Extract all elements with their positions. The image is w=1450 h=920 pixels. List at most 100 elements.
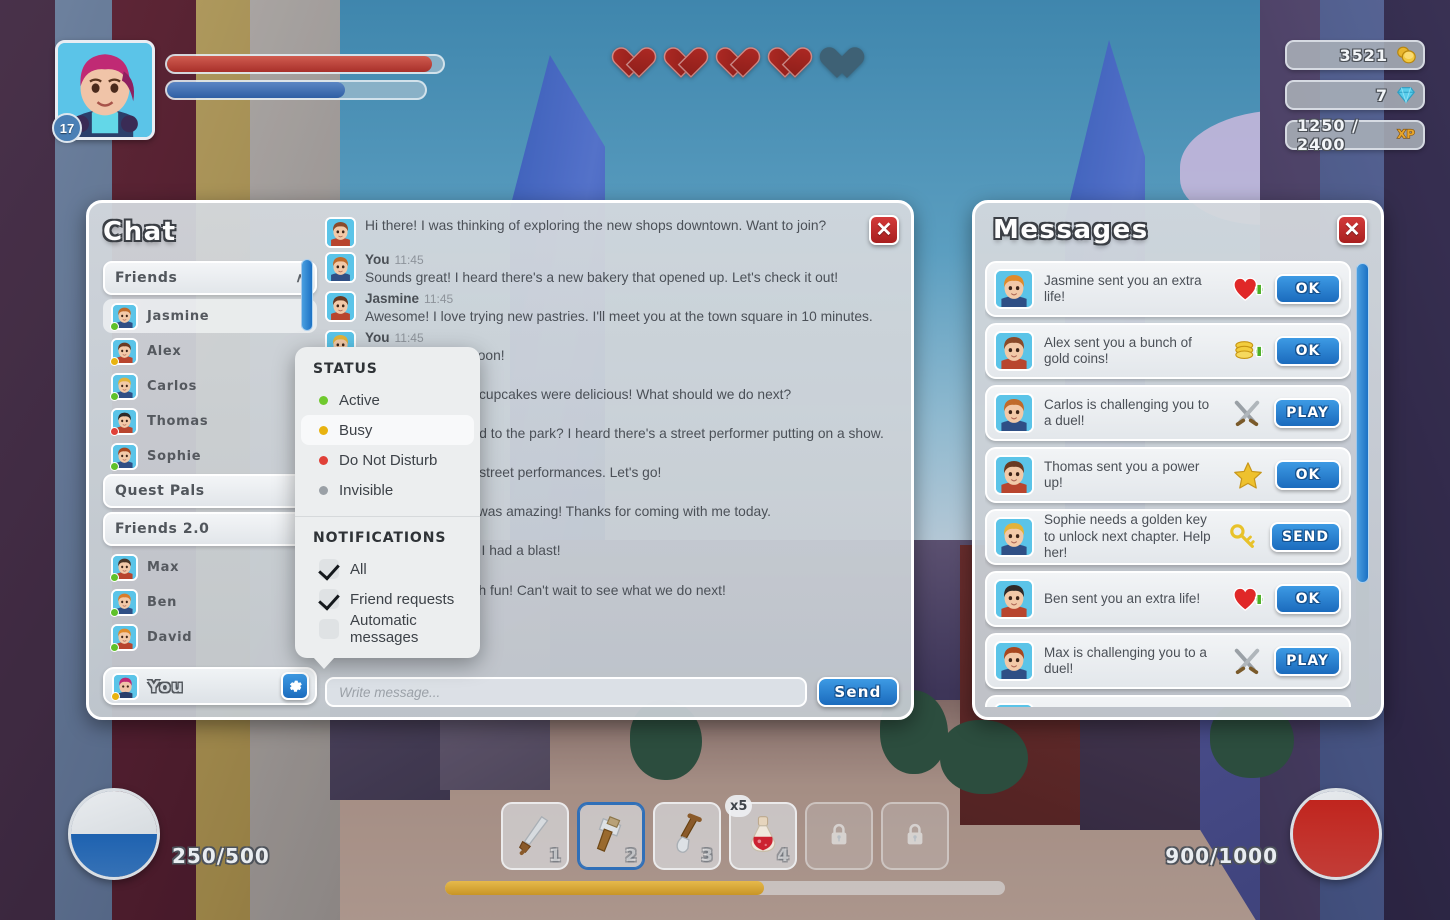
friend-group-header-friends-2-0[interactable]: Friends 2.0∧ xyxy=(103,512,317,546)
xp-progress-fill xyxy=(445,881,764,895)
message-action-button[interactable]: OK xyxy=(1275,274,1341,304)
status-option-active[interactable]: Active xyxy=(301,385,474,415)
friend-row-jasmine[interactable]: Jasmine xyxy=(103,299,317,333)
lives-hearts xyxy=(620,48,864,81)
chat-message: Jasmine11:45Awesome! I love trying new p… xyxy=(325,291,891,326)
message-card[interactable]: Jasmine sent you an extra life! OK xyxy=(985,261,1351,317)
friend-row-thomas[interactable]: Thomas xyxy=(103,404,317,438)
status-dot-icon xyxy=(319,426,328,435)
hotbar-slot-potion[interactable]: x54 xyxy=(729,802,797,870)
chat-close-button[interactable]: ✕ xyxy=(869,215,899,245)
message-card[interactable]: Alex sent you a bunch of gold coins!OK xyxy=(985,323,1351,379)
chat-message-text: Hi there! I was thinking of exploring th… xyxy=(365,217,891,235)
chat-message-avatar xyxy=(325,217,356,248)
resource-xp[interactable]: 1250 / 2400XP xyxy=(1285,120,1425,150)
status-option-invisible[interactable]: Invisible xyxy=(301,475,474,505)
message-sender-avatar xyxy=(994,269,1034,309)
popup-divider xyxy=(295,516,480,517)
checkbox-icon[interactable] xyxy=(319,589,339,609)
friend-name: Max xyxy=(147,560,179,575)
status-option-do-not-disturb[interactable]: Do Not Disturb xyxy=(301,445,474,475)
heart-plus-icon xyxy=(1231,584,1265,614)
hotbar-slot-locked-slot-5[interactable] xyxy=(805,802,873,870)
chat-message-sender: You11:45 xyxy=(365,330,891,347)
status-option-label: Do Not Disturb xyxy=(339,452,437,469)
crossed-swords-icon xyxy=(1230,646,1264,676)
mana-bar-fill xyxy=(167,82,345,98)
friend-group-header-quest-pals[interactable]: Quest Pals∨ xyxy=(103,474,317,508)
notification-option-automatic-messages[interactable]: Automatic messages xyxy=(301,614,474,644)
status-dot-busy xyxy=(110,357,119,366)
friends-scrollbar-thumb[interactable] xyxy=(301,259,313,331)
notification-option-all[interactable]: All xyxy=(301,554,474,584)
chat-send-button[interactable]: Send xyxy=(817,677,899,707)
resource-gems[interactable]: 7 xyxy=(1285,80,1425,110)
status-section-title: STATUS xyxy=(295,361,480,377)
messages-scrollbar-thumb[interactable] xyxy=(1356,263,1369,583)
friend-group-header-friends[interactable]: Friends∧ xyxy=(103,261,317,295)
friend-row-sophie[interactable]: Sophie xyxy=(103,439,317,473)
message-card[interactable]: Thomas sent you a power up!OK xyxy=(985,447,1351,503)
friend-avatar-carlos xyxy=(111,373,138,400)
player-avatar[interactable]: 17 xyxy=(55,40,155,140)
status-dot-icon xyxy=(319,456,328,465)
friend-row-ben[interactable]: Ben xyxy=(103,585,317,619)
hotbar-key-label: 2 xyxy=(625,846,637,866)
hotbar-slot-sword[interactable]: 1 xyxy=(501,802,569,870)
message-action-label: SEND xyxy=(1282,529,1329,545)
resource-coins[interactable]: 3521 xyxy=(1285,40,1425,70)
friend-row-max[interactable]: Max xyxy=(103,550,317,584)
hotbar-slot-hammer[interactable]: 2 xyxy=(577,802,645,870)
group-label: Friends 2.0 xyxy=(115,521,209,537)
crossed-swords-icon xyxy=(1230,398,1264,428)
checkbox-icon[interactable] xyxy=(319,559,339,579)
message-card[interactable]: Ben sent you an extra life!OK xyxy=(985,571,1351,627)
friend-group-list: Friends∧ Jasmine Alex Carlos ThomasSophieQue… xyxy=(103,261,317,655)
group-label: Friends xyxy=(115,270,177,286)
checkbox-icon[interactable] xyxy=(319,619,339,639)
chat-message-text: Awesome! I love trying new pastries. I'l… xyxy=(365,308,891,326)
message-card[interactable]: Max is challenging you to a duel! PLAY xyxy=(985,633,1351,689)
health-bar-fill xyxy=(167,56,432,72)
friend-row-carlos[interactable]: Carlos xyxy=(103,369,317,403)
your-avatar xyxy=(112,673,139,700)
message-card[interactable]: Sophie needs a golden key to unlock next… xyxy=(985,509,1351,565)
notifications-section-title: NOTIFICATIONS xyxy=(295,530,480,546)
message-sender-avatar xyxy=(994,579,1034,619)
friend-row-david[interactable]: David xyxy=(103,620,317,654)
chat-message-input[interactable] xyxy=(325,677,807,707)
star-icon xyxy=(1231,460,1265,490)
message-action-button[interactable]: OK xyxy=(1275,584,1341,614)
health-orb[interactable] xyxy=(1290,788,1382,880)
message-action-button[interactable]: OK xyxy=(1275,460,1341,490)
mana-orb[interactable] xyxy=(68,788,160,880)
status-settings-popup: STATUS ActiveBusy Do Not Disturb Invisible… xyxy=(295,347,480,658)
message-action-button[interactable]: PLAY xyxy=(1274,398,1341,428)
message-action-button[interactable]: SEND xyxy=(1270,522,1341,552)
message-action-button[interactable]: PLAY xyxy=(1274,646,1341,676)
message-sender-avatar xyxy=(994,641,1034,681)
message-text: Jasmine sent you an extra life! xyxy=(1044,273,1221,306)
hotbar-slot-locked-slot-6[interactable] xyxy=(881,802,949,870)
heart-2 xyxy=(672,48,708,81)
hotbar-key-label: 4 xyxy=(777,846,789,866)
message-text: Max is challenging you to a duel! xyxy=(1044,645,1220,678)
tree-3 xyxy=(940,720,1028,794)
message-card[interactable]: Thomas sent you a power up!OK xyxy=(985,695,1351,707)
chat-message-text: Sounds great! I heard there's a new bake… xyxy=(365,269,891,287)
messages-list[interactable]: Jasmine sent you an extra life!OKAlex se… xyxy=(985,261,1351,707)
friend-name: Carlos xyxy=(147,379,197,394)
message-card[interactable]: Carlos is challenging you to a duel!PLAY xyxy=(985,385,1351,441)
gear-icon[interactable] xyxy=(281,672,309,700)
status-option-busy[interactable]: Busy xyxy=(301,415,474,445)
friend-row-alex[interactable]: Alex xyxy=(103,334,317,368)
your-status-bar[interactable]: You xyxy=(103,667,317,705)
friend-name: Jasmine xyxy=(147,309,209,324)
chat-message-body: You11:45Sounds great! I heard there's a … xyxy=(365,252,891,287)
hotbar-slot-shovel[interactable]: 3 xyxy=(653,802,721,870)
message-action-button[interactable]: OK xyxy=(1275,336,1341,366)
messages-scrollbar[interactable] xyxy=(1356,263,1369,705)
friend-avatar-alex xyxy=(111,338,138,365)
messages-close-button[interactable]: ✕ xyxy=(1337,215,1367,245)
notification-option-friend-requests[interactable]: Friend requests xyxy=(301,584,474,614)
